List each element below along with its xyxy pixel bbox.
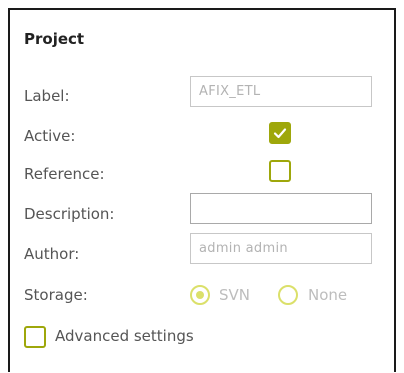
description-input[interactable] — [190, 193, 372, 224]
radio-selected-dot — [196, 291, 204, 299]
label-input[interactable]: AFIX_ETL — [190, 76, 372, 107]
reference-field-label: Reference: — [24, 165, 105, 183]
advanced-settings-checkbox[interactable] — [24, 326, 46, 348]
active-checkbox[interactable] — [269, 122, 291, 144]
checkmark-icon — [273, 128, 287, 139]
reference-checkbox[interactable] — [269, 160, 291, 182]
advanced-settings-label[interactable]: Advanced settings — [55, 327, 194, 345]
active-field-label: Active: — [24, 127, 76, 145]
storage-radio-none[interactable] — [278, 285, 298, 305]
author-input[interactable]: admin admin — [190, 233, 372, 264]
label-field-label: Label: — [24, 87, 70, 105]
author-field-label: Author: — [24, 245, 80, 263]
panel-title: Project — [24, 30, 85, 48]
project-panel: Project Label: AFIX_ETL Active: Referenc… — [8, 8, 396, 372]
storage-radio-svn[interactable] — [190, 285, 210, 305]
description-field-label: Description: — [24, 205, 115, 223]
storage-option-none-label: None — [308, 286, 348, 304]
storage-option-svn-label: SVN — [219, 286, 251, 304]
storage-field-label: Storage: — [24, 286, 88, 304]
